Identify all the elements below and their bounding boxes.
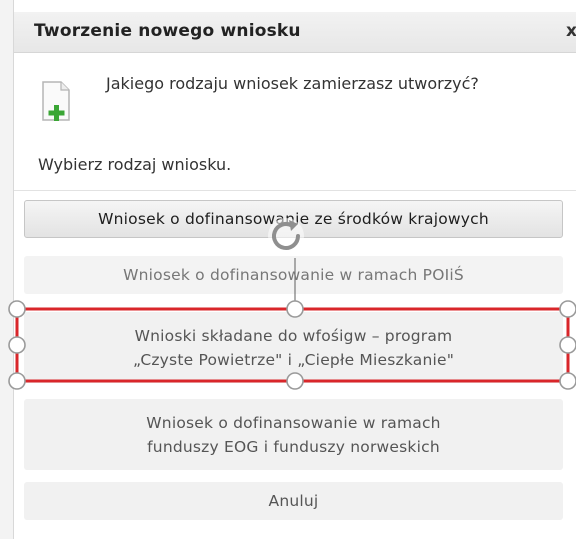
option-label-line: Wniosek o dofinansowanie w ramach POIiŚ — [123, 266, 464, 284]
option-poiis-button[interactable]: Wniosek o dofinansowanie w ramach POIiŚ — [24, 256, 563, 294]
new-application-dialog: Tworzenie nowego wniosku x Jakiego rodza… — [14, 12, 576, 532]
dialog-instruction: Wybierz rodzaj wniosku. — [38, 155, 232, 174]
option-clean-air-button[interactable]: Wnioski składane do wfośigw – program „C… — [24, 312, 563, 383]
option-label-line: „Czyste Powietrze" i „Ciepłe Mieszkanie" — [132, 350, 455, 369]
option-label-line: Wniosek o dofinansowanie w ramach — [146, 413, 441, 432]
new-document-icon — [42, 81, 70, 121]
cancel-button[interactable]: Anuluj — [24, 482, 563, 520]
cancel-label: Anuluj — [268, 492, 319, 510]
option-label-line: Wnioski składane do wfośigw – program — [134, 326, 453, 345]
dialog-titlebar: Tworzenie nowego wniosku x — [14, 12, 576, 53]
background-window-edge — [0, 0, 14, 539]
option-eea-norway-funds-button[interactable]: Wniosek o dofinansowanie w ramach fundus… — [24, 399, 563, 470]
dialog-question: Jakiego rodzaju wniosek zamierzasz utwor… — [106, 74, 479, 93]
page: Tworzenie nowego wniosku x Jakiego rodza… — [0, 0, 576, 539]
divider — [14, 190, 576, 191]
dialog-title: Tworzenie nowego wniosku — [34, 21, 301, 41]
option-label-line: funduszy EOG i funduszy norweskich — [147, 437, 440, 456]
rotate-handle-icon[interactable] — [264, 214, 308, 258]
close-icon[interactable]: x — [566, 21, 576, 41]
